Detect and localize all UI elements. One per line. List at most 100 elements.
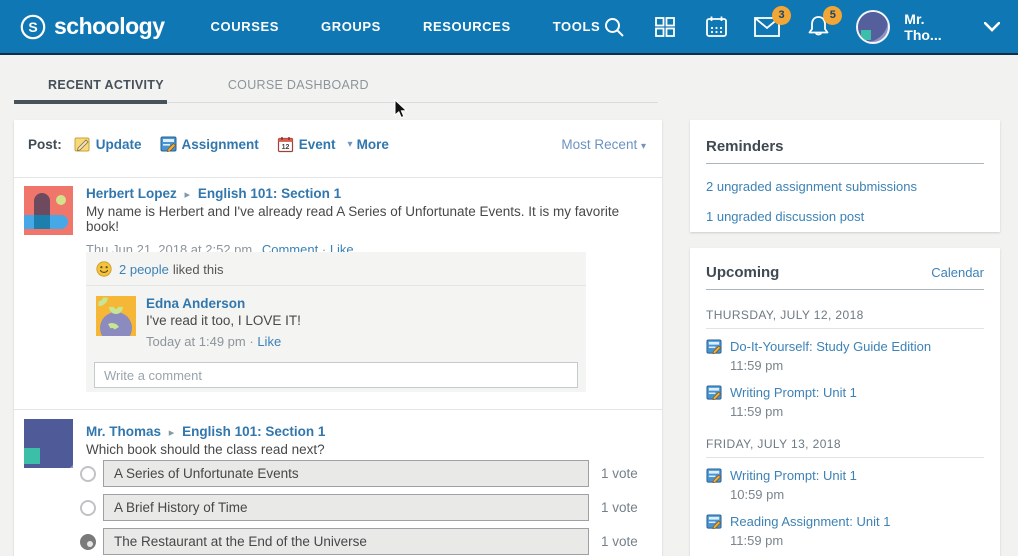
feed-tabs: RECENT ACTIVITY COURSE DASHBOARD	[14, 78, 403, 92]
messages-icon[interactable]: 3	[754, 12, 781, 42]
poll-option-row: A Brief History of Time 1 vote	[80, 494, 638, 521]
write-comment-input[interactable]	[94, 362, 578, 388]
upcoming-event: Writing Prompt: Unit 1 11:59 pm	[706, 385, 984, 419]
comment: Edna Anderson I've read it too, I LOVE I…	[86, 286, 586, 352]
nav-courses[interactable]: COURSES	[211, 19, 280, 34]
poll-radio-selected[interactable]	[80, 534, 96, 550]
post-more-button[interactable]: ▾ More	[348, 137, 389, 152]
upcoming-title: Upcoming	[706, 264, 779, 281]
schoology-logo[interactable]: S schoology	[20, 13, 165, 40]
poll-option-bar[interactable]: A Series of Unfortunate Events	[103, 460, 589, 487]
post-composer: Post: Update Assignment 12 Event ▾ More	[28, 136, 389, 153]
upcoming-card: Upcoming Calendar THURSDAY, JULY 12, 201…	[690, 248, 1000, 556]
sort-caret-down-icon: ▾	[641, 141, 646, 152]
post-header: Mr. Thomas ▸ English 101: Section 1	[86, 424, 646, 439]
assignment-icon	[706, 339, 722, 373]
sort-dropdown[interactable]: Most Recent ▾	[561, 137, 646, 152]
comment-body: I've read it too, I LOVE IT!	[146, 313, 576, 328]
upcoming-divider	[706, 289, 984, 290]
poll-vote-count: 1 vote	[601, 534, 638, 549]
comment-author-avatar[interactable]	[96, 296, 136, 336]
composer-divider	[14, 177, 662, 178]
date-divider	[706, 457, 984, 458]
post-update-button[interactable]: Update	[74, 136, 142, 153]
post-course-link[interactable]: English 101: Section 1	[198, 186, 341, 201]
event-link[interactable]: Writing Prompt: Unit 1	[730, 468, 857, 483]
calendar-link[interactable]: Calendar	[931, 265, 984, 280]
comment-author-link[interactable]: Edna Anderson	[146, 296, 576, 311]
breadcrumb-arrow-icon: ▸	[165, 427, 179, 439]
tab-course-dashboard[interactable]: COURSE DASHBOARD	[198, 78, 403, 92]
active-tab-indicator	[14, 100, 167, 104]
notifications-badge: 5	[823, 6, 842, 25]
event-icon: 12	[277, 136, 294, 153]
poll-option-bar[interactable]: A Brief History of Time	[103, 494, 589, 521]
user-menu-chevron-down-icon[interactable]	[984, 22, 1000, 32]
poll-option-row: A Series of Unfortunate Events 1 vote	[80, 460, 638, 487]
post: Herbert Lopez ▸ English 101: Section 1 M…	[86, 186, 646, 257]
poll-question: Which book should the class read next?	[86, 442, 646, 457]
app-grid-icon[interactable]	[651, 12, 678, 42]
post-author-avatar[interactable]	[24, 186, 73, 235]
svg-text:S: S	[28, 19, 37, 35]
comments-section: 2 people liked this Edna Anderson I've r…	[86, 252, 586, 392]
comment-meta: Today at 1:49 pm · Like	[146, 334, 576, 349]
activity-feed-card: Post: Update Assignment 12 Event ▾ More …	[14, 120, 662, 556]
navbar-right: 3 5 Mr. Tho...	[600, 10, 1000, 44]
svg-text:12: 12	[281, 144, 289, 151]
event-time: 11:59 pm	[730, 533, 890, 548]
post-header: Herbert Lopez ▸ English 101: Section 1	[86, 186, 646, 201]
event-link[interactable]: Writing Prompt: Unit 1	[730, 385, 857, 400]
more-caret-down-icon: ▾	[348, 139, 353, 150]
breadcrumb-arrow-icon: ▸	[181, 189, 195, 201]
poll-radio[interactable]	[80, 500, 96, 516]
reminders-divider	[706, 163, 984, 164]
post-author-avatar[interactable]	[24, 419, 73, 468]
liked-by-link[interactable]: 2 people	[119, 262, 169, 277]
search-icon[interactable]	[600, 12, 627, 42]
likes-summary: 2 people liked this	[86, 252, 586, 286]
event-link[interactable]: Reading Assignment: Unit 1	[730, 514, 890, 529]
ungraded-discussion-link[interactable]: 1 ungraded discussion post	[706, 209, 984, 224]
post-author-link[interactable]: Herbert Lopez	[86, 186, 177, 201]
assignment-icon	[706, 514, 722, 548]
post-course-link[interactable]: English 101: Section 1	[182, 424, 325, 439]
assignment-icon	[706, 385, 722, 419]
primary-nav: COURSES GROUPS RESOURCES TOOLS	[211, 19, 601, 34]
reminders-title: Reminders	[706, 138, 984, 155]
user-avatar[interactable]	[856, 10, 890, 44]
poll-vote-count: 1 vote	[601, 500, 638, 515]
comment-like-action[interactable]: Like	[257, 334, 281, 349]
nav-tools[interactable]: TOOLS	[553, 19, 601, 34]
event-link[interactable]: Do-It-Yourself: Study Guide Edition	[730, 339, 931, 354]
post-divider	[14, 409, 662, 410]
user-menu-name[interactable]: Mr. Tho...	[904, 11, 960, 43]
notifications-icon[interactable]: 5	[805, 12, 832, 42]
comment-timestamp: Today at 1:49 pm	[146, 334, 246, 349]
schoology-logo-icon: S	[20, 14, 46, 40]
post-author-link[interactable]: Mr. Thomas	[86, 424, 161, 439]
poll-radio[interactable]	[80, 466, 96, 482]
brand-name: schoology	[54, 13, 165, 40]
event-time: 11:59 pm	[730, 404, 857, 419]
tab-recent-activity[interactable]: RECENT ACTIVITY	[14, 78, 198, 92]
post-body: My name is Herbert and I've already read…	[86, 204, 646, 234]
poll-vote-count: 1 vote	[601, 466, 638, 481]
poll-option-row: The Restaurant at the End of the Univers…	[80, 528, 638, 555]
date-divider	[706, 328, 984, 329]
post-assignment-button[interactable]: Assignment	[160, 136, 259, 153]
assignment-icon	[160, 136, 177, 153]
upcoming-event: Do-It-Yourself: Study Guide Edition 11:5…	[706, 339, 984, 373]
post-event-button[interactable]: 12 Event	[277, 136, 336, 153]
event-time: 11:59 pm	[730, 358, 931, 373]
event-time: 10:59 pm	[730, 487, 857, 502]
poll-option-bar[interactable]: The Restaurant at the End of the Univers…	[103, 528, 589, 555]
nav-groups[interactable]: GROUPS	[321, 19, 381, 34]
assignment-icon	[706, 468, 722, 502]
post: Mr. Thomas ▸ English 101: Section 1 Whic…	[86, 424, 646, 457]
nav-resources[interactable]: RESOURCES	[423, 19, 511, 34]
update-icon	[74, 136, 91, 153]
calendar-icon[interactable]	[703, 12, 730, 42]
ungraded-assignments-link[interactable]: 2 ungraded assignment submissions	[706, 179, 984, 194]
reminders-card: Reminders 2 ungraded assignment submissi…	[690, 120, 1000, 232]
